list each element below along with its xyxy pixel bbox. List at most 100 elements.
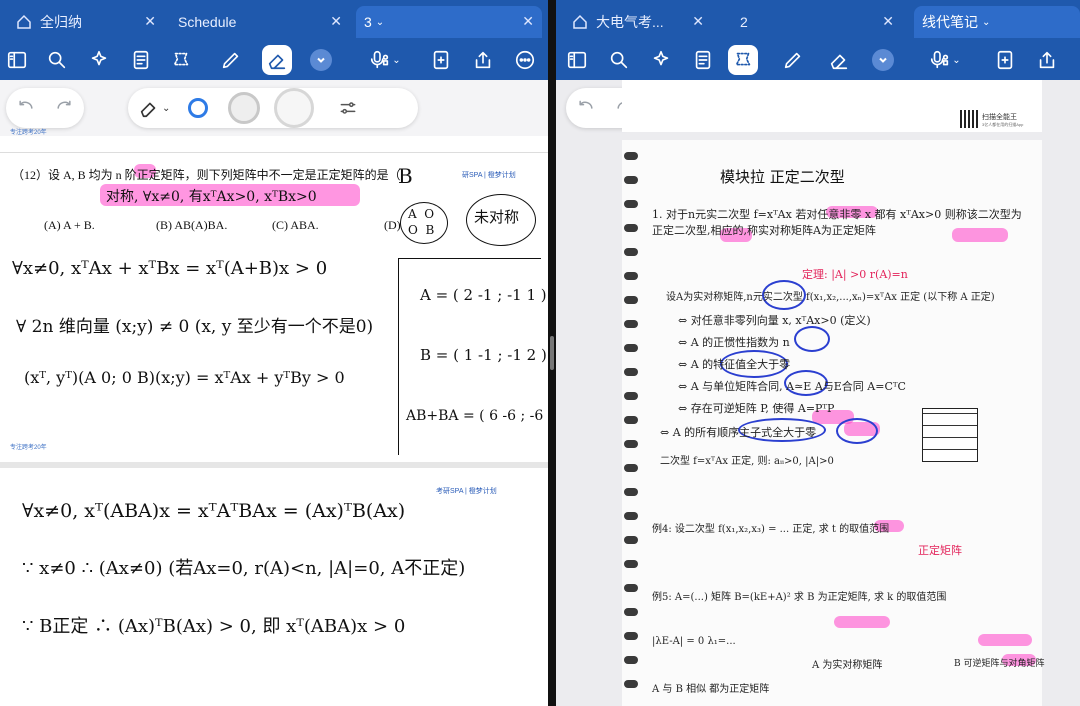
more-icon[interactable] (510, 45, 540, 75)
undo-icon[interactable] (16, 98, 36, 118)
left-toolbar: ⌄ (0, 40, 548, 80)
tab-2[interactable]: Schedule ✕ (170, 6, 350, 38)
tab-label: Schedule (178, 14, 237, 30)
tab-1[interactable]: 全归纳 ✕ (6, 6, 164, 38)
tab-3[interactable]: 线代笔记 ⌄ (914, 6, 1080, 38)
handwritten-line: ∀x≠0, xᵀ(ABA)x = xᵀAᵀBAx = (Ax)ᵀB(Ax) (22, 500, 406, 522)
eraser-type-icon[interactable] (138, 97, 160, 119)
notes-icon[interactable] (688, 45, 718, 75)
notebook-title: 模块拉 正定二次型 (720, 168, 845, 186)
page-footer: 专注跨考20年 (10, 445, 47, 451)
undo-icon[interactable] (576, 98, 596, 118)
sidebar-icon[interactable] (562, 45, 592, 75)
divider-grip[interactable] (550, 336, 554, 370)
tab-label: 全归纳 (40, 14, 82, 30)
qr-code-icon (960, 110, 978, 128)
eraser-size-medium[interactable] (228, 92, 261, 124)
left-pen-options: ⌄ (0, 80, 548, 136)
tab-label: 线代笔记 (922, 14, 978, 30)
handwritten-line: ∀x≠0, xᵀAx + xᵀBx = xᵀ(A+B)x > 0 (12, 258, 328, 279)
home-icon (573, 14, 587, 29)
chevron-down-icon: ⌄ (162, 102, 171, 114)
microphone-icon[interactable]: ⌄ (364, 45, 406, 75)
right-toolbar: ⌄ (556, 40, 1080, 80)
notes-icon[interactable] (126, 45, 156, 75)
tab-1[interactable]: 大电气考... ✕ (562, 6, 712, 38)
document-page: 专注跨考20年 研SPA | 橙梦计划 （12）设 A, B 均为 n 阶正定矩… (0, 130, 548, 706)
note-line: A 与 B 相似 都为正定矩阵 (652, 684, 770, 695)
eraser-icon[interactable] (824, 45, 854, 75)
pen-icon[interactable] (778, 45, 808, 75)
share-icon[interactable] (1032, 45, 1062, 75)
tab-3[interactable]: 3 ⌄ ✕ (356, 6, 542, 38)
close-icon[interactable]: ✕ (522, 13, 534, 30)
add-page-icon[interactable] (426, 45, 456, 75)
handwritten-line: ∀ 2n 维向量 (x;y) ≠ 0 (x, y 至少有一个不是0) (16, 317, 374, 337)
side-note: 正定矩阵 (918, 544, 962, 557)
note-line: ⇔ A 的正惯性指数为 n (678, 336, 790, 349)
note-line: |λE-A| = 0 λ₁=... (652, 636, 736, 647)
question-text: （12）设 A, B 均为 n 阶正定矩阵，则下列矩阵中不一定是正定矩阵的是（ (12, 168, 401, 182)
matrix-a: A = ( 2 -1 ; -1 1 ) (420, 286, 547, 304)
note-line: ⇔ A 的所有顺序主子式全大于零 (660, 426, 817, 439)
tab-2[interactable]: 2 ✕ (732, 6, 902, 38)
note-line: 1. 对于n元实二次型 f=xᵀAx 若对任意非零 x 都有 xᵀAx>0 则称… (652, 208, 1022, 237)
split-divider[interactable] (548, 0, 556, 706)
matrix-b: B = ( 1 -1 ; -1 2 ) (420, 346, 547, 364)
share-icon[interactable] (468, 45, 498, 75)
choice-c: (C) ABA. (272, 218, 319, 232)
side-note: 未对称 (474, 208, 520, 226)
eraser-icon[interactable] (262, 45, 292, 75)
eraser-options: ⌄ (128, 88, 418, 128)
pen-icon[interactable] (216, 45, 246, 75)
more-tools-chevron-icon[interactable] (872, 49, 894, 71)
settings-sliders-icon[interactable] (338, 98, 358, 118)
right-pane: 大电气考... ✕ 2 ✕ 线代笔记 ⌄ ⌄ 扫描全能王 3亿人都在用的扫描Ap… (556, 0, 1080, 706)
search-icon[interactable] (42, 45, 72, 75)
sidebar-icon[interactable] (2, 45, 32, 75)
brand-mark: 研SPA | 橙梦计划 (462, 172, 516, 179)
matrix-ab: AB+BA = ( 6 -6 ; -6 6 ) (406, 408, 548, 424)
note-line: 例5: A=(...) 矩阵 B=(kE+A)² 求 B 为正定矩阵, 求 k … (652, 592, 947, 603)
eraser-size-large[interactable] (274, 88, 315, 128)
close-icon[interactable]: ✕ (144, 13, 156, 30)
brand-mark: 考研SPA | 橙梦计划 (436, 488, 497, 495)
ai-sparkle-icon[interactable] (646, 45, 676, 75)
tab-label: 3 (364, 14, 372, 30)
tab-label: 大电气考... (596, 14, 664, 30)
microphone-icon[interactable]: ⌄ (924, 45, 966, 75)
more-tools-chevron-icon[interactable] (310, 49, 332, 71)
choice-d: (D) (384, 218, 401, 232)
close-icon[interactable]: ✕ (330, 13, 342, 30)
qr-sub: 3亿人都在用的扫描App (982, 122, 1024, 127)
tab-label: 2 (740, 14, 748, 30)
determinant-grid (922, 408, 978, 462)
note-line: ⇔ 存在可逆矩阵 P, 使得 A=PᵀP (678, 402, 835, 415)
home-icon (17, 14, 31, 29)
note-line: 二次型 f=xᵀAx 正定, 则: aᵢᵢ>0, |A|>0 (660, 456, 834, 467)
right-tab-bar: 大电气考... ✕ 2 ✕ 线代笔记 ⌄ (556, 0, 1080, 40)
note-line: ⇔ A 与单位矩阵合同, A≃E A与E合同 A=CᵀC (678, 380, 906, 393)
handwritten-line: ∵ x≠0 ∴ (Ax≠0) (若Ax=0, r(A)<n, |A|=0, A不… (22, 558, 466, 579)
note-line: ⇔ A 的特征值全大于零 (678, 358, 791, 371)
qr-label: 扫描全能王 (982, 114, 1017, 121)
note-line: 例4: 设二次型 f(x₁,x₂,x₃) = ... 正定, 求 t 的取值范围 (652, 524, 890, 535)
add-page-icon[interactable] (990, 45, 1020, 75)
lasso-icon[interactable] (166, 45, 196, 75)
ai-sparkle-icon[interactable] (84, 45, 114, 75)
choice-a: (A) A + B. (44, 218, 95, 232)
note-line: ⇔ 对任意非零列向量 x, xᵀAx>0 (定义) (678, 314, 871, 327)
close-icon[interactable]: ✕ (692, 13, 704, 30)
page-footer: 专注跨考20年 (10, 130, 47, 136)
search-icon[interactable] (604, 45, 634, 75)
left-tab-bar: 全归纳 ✕ Schedule ✕ 3 ⌄ ✕ (0, 0, 548, 40)
side-note: B 可逆矩阵与对角矩阵 (954, 659, 1045, 669)
choice-b: (B) AB(A)BA. (156, 218, 228, 232)
redo-icon[interactable] (54, 98, 74, 118)
left-pane: 全归纳 ✕ Schedule ✕ 3 ⌄ ✕ ⌄ ⌄ 专注跨考20年 研SPA … (0, 0, 548, 706)
lasso-icon[interactable] (728, 45, 758, 75)
note-line: A 为实对称矩阵 (812, 660, 883, 671)
eraser-size-small[interactable] (188, 98, 209, 118)
close-icon[interactable]: ✕ (882, 13, 894, 30)
previous-page: 扫描全能王 3亿人都在用的扫描App (622, 80, 1042, 132)
